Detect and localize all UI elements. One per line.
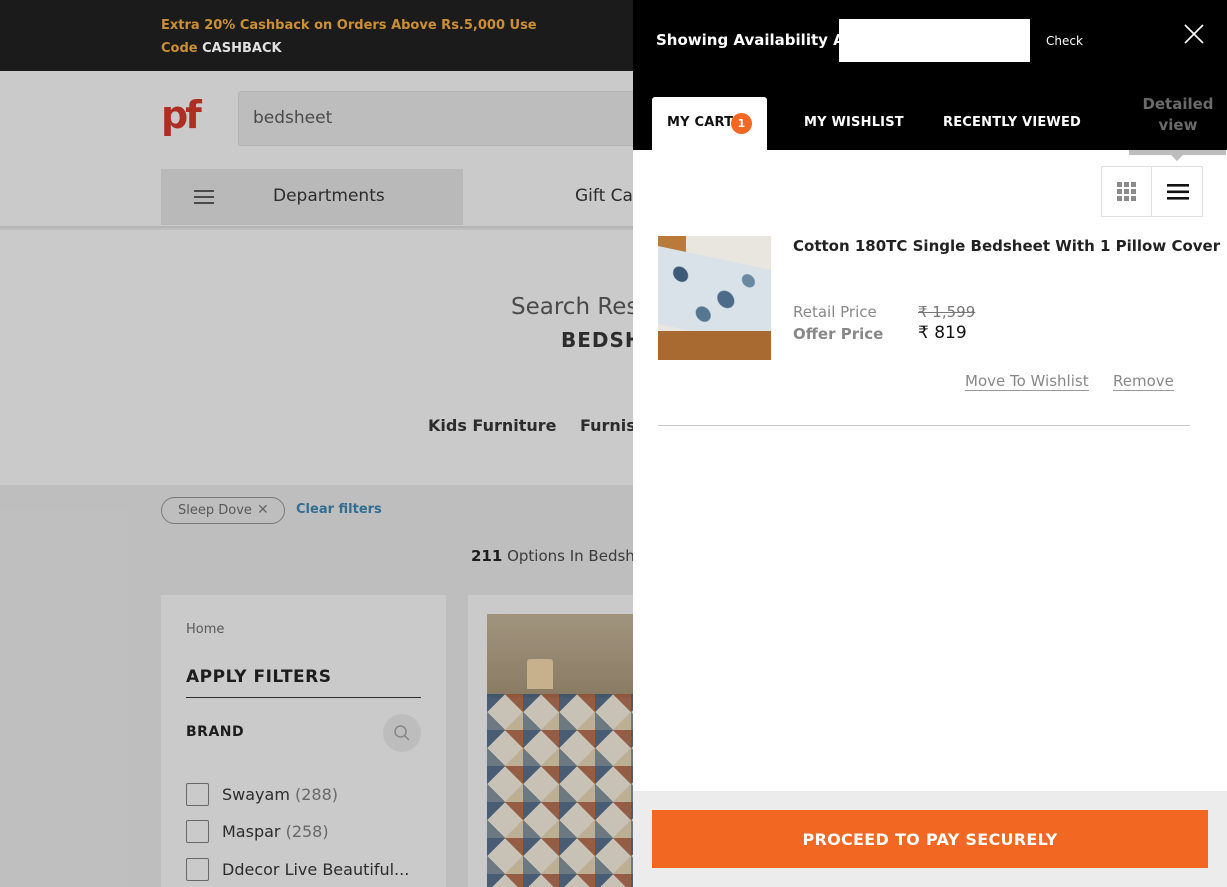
detailed-view-tooltip: Detailed view: [1142, 95, 1214, 134]
cart-item-title[interactable]: Cotton 180TC Single Bedsheet With 1 Pill…: [793, 237, 1220, 255]
list-view-button[interactable]: [1153, 167, 1203, 216]
tab-my-cart-label: MY CART: [667, 115, 734, 130]
offer-price-value: ₹ 819: [918, 323, 967, 343]
remove-link[interactable]: Remove: [1113, 372, 1174, 391]
cart-drawer: Showing Availability At Check MY CART 1 …: [633, 0, 1227, 887]
tab-recently-viewed[interactable]: RECENTLY VIEWED: [943, 97, 1081, 150]
list-icon: [1167, 184, 1189, 200]
cart-item-image[interactable]: [658, 236, 771, 360]
grid-view-button[interactable]: [1102, 167, 1152, 216]
drawer-header: Showing Availability At Check MY CART 1 …: [633, 0, 1227, 150]
pincode-input[interactable]: [839, 19, 1030, 62]
proceed-to-pay-button[interactable]: PROCEED TO PAY SECURELY: [652, 810, 1208, 868]
retail-price-value: ₹ 1,599: [918, 303, 976, 321]
retail-price-label: Retail Price: [793, 303, 877, 321]
move-to-wishlist-link[interactable]: Move To Wishlist: [965, 372, 1089, 391]
grid-icon: [1117, 182, 1136, 201]
item-divider: [658, 425, 1190, 426]
close-icon[interactable]: [1184, 24, 1204, 44]
tab-my-cart[interactable]: MY CART 1: [652, 97, 767, 150]
availability-label: Showing Availability At: [656, 31, 852, 49]
offer-price-label: Offer Price: [793, 325, 884, 343]
view-toggle: [1101, 166, 1203, 217]
check-button[interactable]: Check: [1046, 34, 1083, 48]
cart-count-badge: 1: [731, 113, 752, 134]
tooltip-arrow: [1129, 150, 1226, 161]
tab-my-wishlist[interactable]: MY WISHLIST: [804, 97, 904, 150]
